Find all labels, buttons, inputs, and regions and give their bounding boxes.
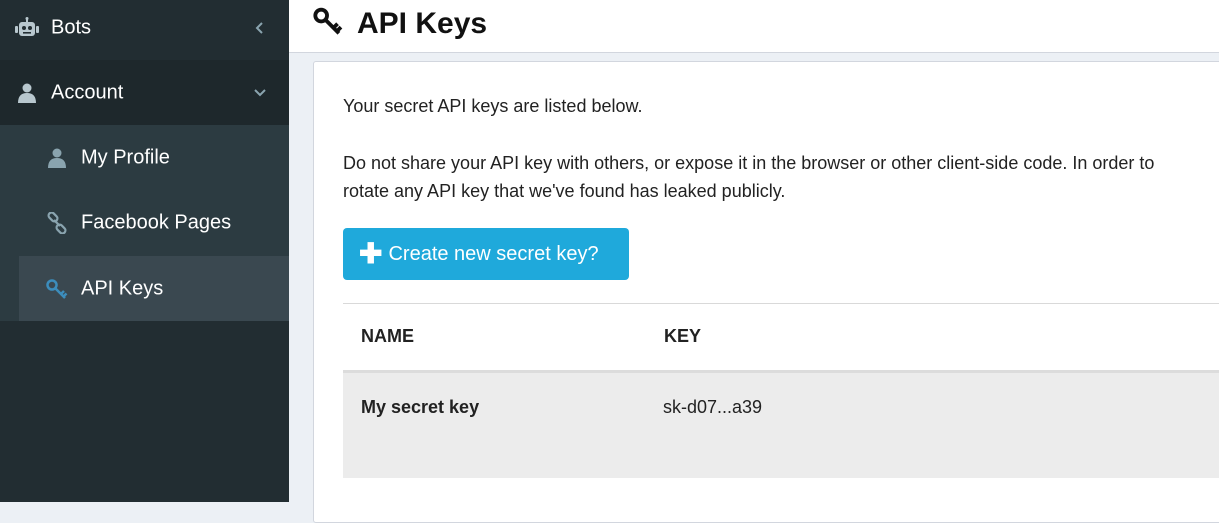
sidebar-item-label: Facebook Pages xyxy=(81,211,232,233)
sidebar-item-facebook-pages[interactable]: Facebook Pages xyxy=(0,190,289,255)
page-title: API Keys xyxy=(357,6,488,40)
table-row[interactable]: My secret key sk-d07...a39 xyxy=(343,373,1219,478)
warning-line-2: rotate any API key that we've found has … xyxy=(343,181,786,201)
sidebar-item-label: Bots xyxy=(51,16,92,38)
api-keys-box: Your secret API keys are listed below. D… xyxy=(313,61,1219,523)
sidebar-item-account[interactable]: Account xyxy=(0,60,289,125)
sidebar-item-label: Account xyxy=(51,81,124,103)
page-title-wrap: API Keys xyxy=(313,6,487,41)
account-submenu: My Profile Facebook Pages API Keys xyxy=(0,125,289,321)
column-header-key: KEY xyxy=(664,326,702,346)
api-keys-table: NAME KEY My secret key sk-d07...a39 xyxy=(343,303,1219,478)
key-value-cell: sk-d07...a39 xyxy=(663,397,763,417)
sidebar-item-bots[interactable]: Bots xyxy=(0,0,289,60)
sidebar-item-my-profile[interactable]: My Profile xyxy=(0,125,289,190)
link-icon xyxy=(44,210,70,236)
warning-line-1: Do not share your API key with others, o… xyxy=(343,153,1155,173)
sidebar-item-label: My Profile xyxy=(81,146,170,168)
robot-icon xyxy=(14,15,40,41)
user-icon xyxy=(44,145,70,171)
create-button-label: Create new secret key? xyxy=(388,242,599,265)
warning-text: Do not share your API key with others, o… xyxy=(343,149,1219,205)
intro-text: Your secret API keys are listed below. xyxy=(343,96,643,116)
sidebar-item-api-keys[interactable]: API Keys xyxy=(19,256,289,321)
user-icon xyxy=(14,80,40,106)
chevron-left-icon xyxy=(253,21,267,35)
table-header: NAME KEY xyxy=(343,303,1219,373)
plus-icon: ✚ xyxy=(359,238,383,269)
column-header-name: NAME xyxy=(361,326,414,346)
chevron-down-icon xyxy=(253,86,267,100)
sidebar: Bots Account My Profile Facebook Pages A… xyxy=(0,0,289,502)
sidebar-item-label: API Keys xyxy=(81,277,164,299)
content-header: API Keys xyxy=(289,0,1219,53)
key-icon xyxy=(44,276,70,302)
create-secret-key-button[interactable]: ✚ Create new secret key? xyxy=(343,228,629,280)
key-name-cell: My secret key xyxy=(361,397,480,417)
key-icon xyxy=(313,6,343,41)
